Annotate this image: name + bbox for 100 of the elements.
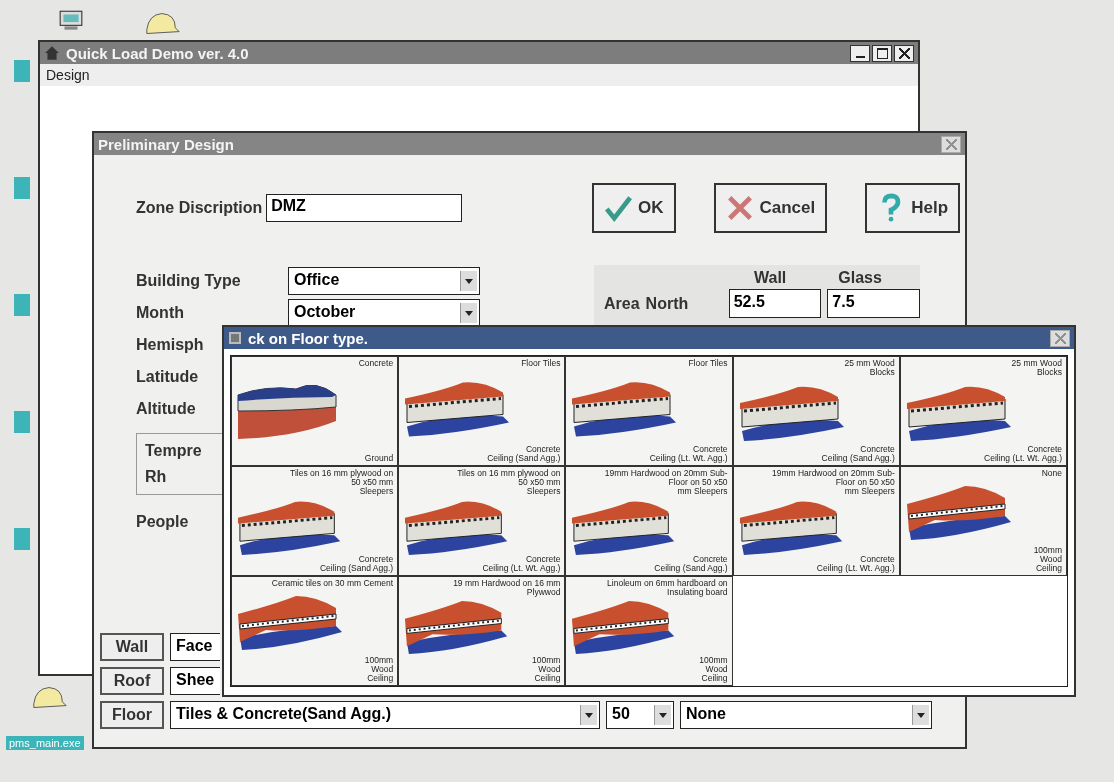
layer-label: Floor on 50 x50 mm Sleepers <box>834 478 895 496</box>
layer-label: Concrete <box>358 555 394 564</box>
cross-icon <box>725 193 754 223</box>
option-caption: 19mm Hardwood on 20mm Sub- <box>770 469 895 478</box>
floor-type-option[interactable]: Concrete Ground <box>231 356 399 466</box>
checkmark-icon <box>604 193 632 223</box>
layer-label: Concrete <box>525 445 561 454</box>
floor-type-option[interactable]: 25 mm Wood Blocks Concrete Ceiling (Sand Agg.) <box>732 356 900 466</box>
layer-label: Concrete <box>693 445 728 454</box>
field-label: Month <box>136 304 185 322</box>
layer-label: 100mm <box>1033 546 1062 555</box>
layer-label: Wood <box>371 665 394 674</box>
layer-label: Concrete <box>860 445 895 454</box>
construction-field[interactable]: Face <box>170 633 220 661</box>
layer-label: Ceiling <box>701 674 728 683</box>
construction-button[interactable]: Floor <box>100 701 164 729</box>
field-label: Rh <box>145 468 168 486</box>
floor-type-option[interactable]: Ceramic tiles on 30 mm Cement 100mm Wood Ceiling <box>231 576 399 686</box>
menu-item[interactable]: Design <box>46 67 90 83</box>
layer-label: Ceiling (Lt. Wt. Agg.) <box>816 564 895 573</box>
layer-label: 25 mm Wood Blocks <box>1010 359 1062 377</box>
layer-label: Wood <box>705 665 728 674</box>
layer-label: 100mm <box>364 656 394 665</box>
window-title: ck on Floor type. <box>248 329 368 347</box>
layer-label: Concrete <box>1027 445 1062 454</box>
finish-dropdown[interactable]: None <box>680 701 932 729</box>
layer-label: Concrete <box>525 555 561 564</box>
app-icon <box>228 331 242 345</box>
window-title: Quick Load Demo ver. 4.0 <box>66 44 249 62</box>
maximize-button[interactable] <box>872 44 892 62</box>
layer-label: Ceiling (Lt. Wt. Agg.) <box>984 454 1062 463</box>
floor-type-option[interactable]: Tiles on 16 mm plywood on 50 x50 mm Sleepers Concrete Ceiling (Lt. Wt. Agg.) <box>398 466 566 576</box>
floor-type-option[interactable]: 19mm Hardwood on 20mm Sub- Floor on 50 x50 mm Sleepers Concrete Ceiling (Sand Agg.) <box>565 466 733 576</box>
layer-label: Floor on 50 x50 mm Sleepers <box>667 478 728 496</box>
field-label: Altitude <box>136 400 196 418</box>
option-caption: 19mm Hardwood on 20mm Sub- <box>603 469 728 478</box>
help-button[interactable]: Help <box>865 183 961 233</box>
layer-label: Concrete <box>358 359 394 368</box>
construction-field[interactable]: Shee <box>170 667 220 695</box>
floor-type-option[interactable]: None 100mm Wood Ceiling <box>899 466 1067 576</box>
minimize-button[interactable] <box>850 44 870 62</box>
field-label: Latitude <box>136 368 199 386</box>
field-label: Tempre <box>145 442 203 460</box>
field-label: Building Type <box>136 272 242 290</box>
monitor-icon[interactable] <box>58 10 84 32</box>
layer-label: Ceiling (Sand Agg.) <box>821 454 895 463</box>
close-button[interactable] <box>894 44 914 62</box>
option-caption: Tiles on 16 mm plywood on <box>456 469 561 478</box>
layer-label: Ceiling (Lt. Wt. Agg.) <box>482 564 561 573</box>
row-label: North <box>645 294 690 313</box>
layer-label: Plywwod <box>526 588 561 597</box>
layer-label: Floor Tiles <box>688 359 728 368</box>
thickness-dropdown[interactable]: 50 <box>606 701 674 729</box>
field-label: Hemisph <box>136 336 204 354</box>
construction-button[interactable]: Roof <box>100 667 164 695</box>
layer-label: 50 x50 mm Sleepers <box>517 478 561 496</box>
layer-label: Ceiling <box>1036 564 1062 573</box>
layer-label: 50 x50 mm Sleepers <box>351 478 394 496</box>
layer-label: Floor Tiles <box>521 359 561 368</box>
construction-field[interactable]: Tiles & Concrete(Sand Agg.) <box>170 701 600 729</box>
field-label: Zone Discription <box>136 199 263 217</box>
floor-type-option[interactable]: 19mm Hardwood on 20mm Sub- Floor on 50 x50 mm Sleepers Concrete Ceiling (Lt. Wt. Agg.) <box>732 466 900 576</box>
layer-label: Insulating board <box>667 588 728 597</box>
floor-type-option[interactable]: Floor Tiles Concrete Ceiling (Lt. Wt. Agg.) <box>565 356 733 466</box>
layer-label: Concrete <box>860 555 895 564</box>
option-caption: 19 mm Hardwood on 16 mm <box>452 579 561 588</box>
layer-label: Ceiling (Lt. Wt. Agg.) <box>649 454 728 463</box>
ok-button[interactable]: OK <box>592 183 676 233</box>
layer-label: 25 mm Wood Blocks <box>843 359 895 377</box>
column-header: Wall <box>754 269 787 287</box>
wall-area-field[interactable]: 52.5 <box>728 289 822 318</box>
layer-label: None <box>1041 469 1062 478</box>
floor-type-option[interactable]: Floor Tiles Concrete Ceiling (Sand Agg.) <box>398 356 566 466</box>
floor-type-option[interactable]: Linoleum on 6mm hardboard on Insulating board 100mm Wood Ceiling <box>565 576 733 686</box>
field-label: People <box>136 513 190 531</box>
dropdown[interactable]: October <box>288 299 480 327</box>
layer-label: Ceiling <box>367 674 394 683</box>
dialog-title: Preliminary Design <box>98 135 234 153</box>
column-header: Glass <box>838 269 882 287</box>
option-caption: Tiles on 16 mm plywood on <box>289 469 394 478</box>
option-caption: Linoleum on 6mm hardboard on <box>606 579 728 588</box>
layer-label: Ceiling (Sand Agg.) <box>319 564 394 573</box>
layer-label: Concrete <box>693 555 728 564</box>
cancel-button[interactable]: Cancel <box>713 183 828 233</box>
glass-area-field[interactable]: 7.5 <box>827 289 920 318</box>
house-icon <box>44 45 60 61</box>
layer-label: Ceiling (Sand Agg.) <box>487 454 561 463</box>
layer-label: Wood <box>1039 555 1062 564</box>
layer-label: Wood <box>538 665 561 674</box>
layer-label: Ceiling <box>534 674 561 683</box>
floor-type-option[interactable]: Tiles on 16 mm plywood on 50 x50 mm Sleepers Concrete Ceiling (Sand Agg.) <box>231 466 399 576</box>
floor-type-option[interactable]: 25 mm Wood Blocks Concrete Ceiling (Lt. Wt. Agg.) <box>899 356 1067 466</box>
layer-label: 100mm <box>532 656 561 665</box>
construction-button[interactable]: Wall <box>100 633 164 661</box>
layer-label: Ground <box>364 454 394 463</box>
floor-type-option[interactable]: 19 mm Hardwood on 16 mm Plywwod 100mm Wood Ceiling <box>398 576 566 686</box>
row-label: Area <box>604 294 640 313</box>
layer-label: Ceiling (Sand Agg.) <box>654 564 728 573</box>
dropdown[interactable]: Office <box>288 267 480 295</box>
zone-input-field[interactable]: DMZ <box>266 194 463 222</box>
